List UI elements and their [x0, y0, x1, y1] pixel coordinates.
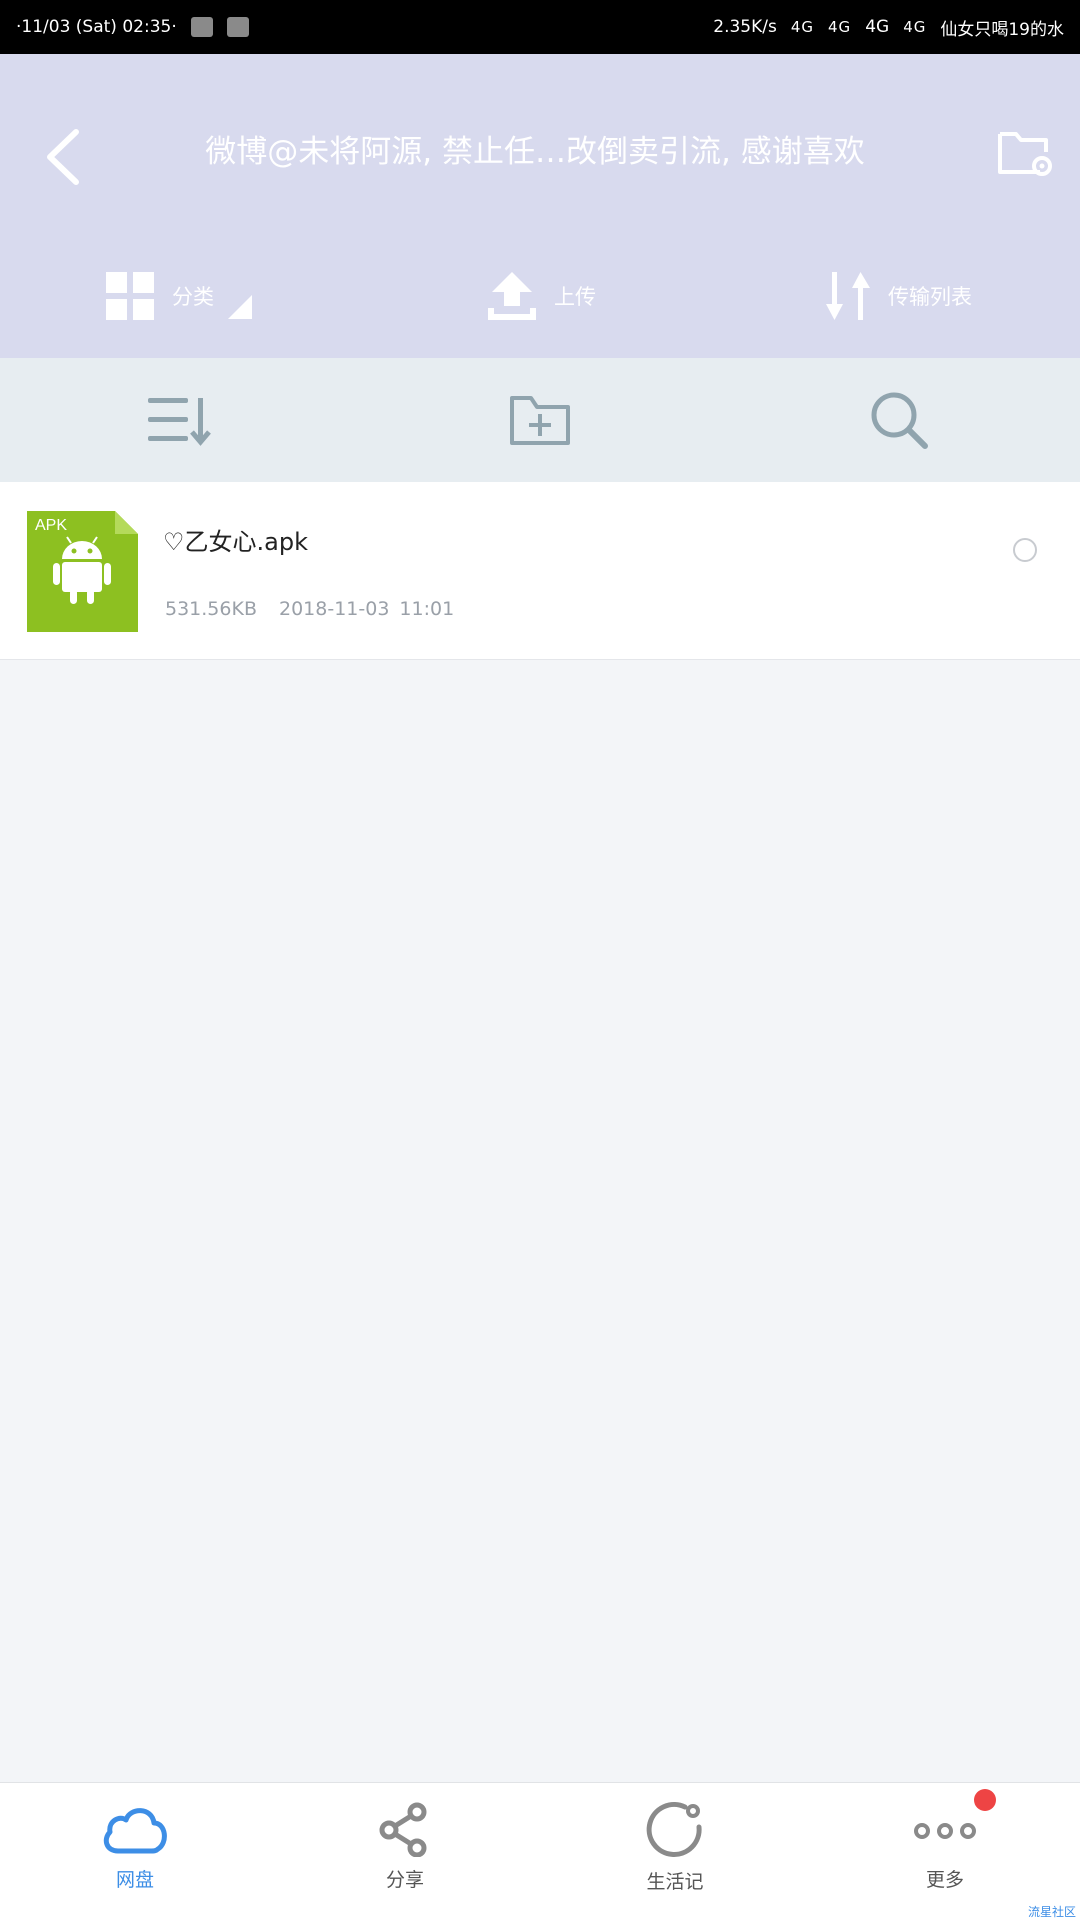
- upload-icon: [488, 272, 536, 320]
- sort-button[interactable]: [146, 388, 216, 452]
- bottom-nav: 网盘 分享 生活记 更多 流星社区: [0, 1782, 1080, 1920]
- nav-label: 网盘: [115, 1869, 154, 1891]
- upload-label: 上传: [554, 285, 596, 309]
- search-icon: [871, 392, 928, 449]
- nav-label: 分享: [385, 1869, 424, 1891]
- signal-icon: 4G: [828, 18, 852, 36]
- dropdown-corner-icon: [228, 295, 252, 319]
- select-radio[interactable]: [1013, 538, 1037, 562]
- nav-label: 更多: [925, 1869, 964, 1891]
- cloud-icon: [103, 1808, 167, 1854]
- category-label: 分类: [172, 285, 214, 309]
- folder-settings-button[interactable]: [996, 122, 1054, 180]
- chevron-left-icon: [47, 129, 79, 185]
- apk-badge: APK: [35, 517, 68, 534]
- nav-more[interactable]: 更多: [870, 1801, 1020, 1892]
- signal-icon: 4G: [903, 18, 927, 36]
- notification-badge: [974, 1789, 996, 1811]
- more-icon: [914, 1823, 976, 1839]
- nav-label: 生活记: [646, 1871, 704, 1893]
- nav-netdisk[interactable]: 网盘: [60, 1801, 210, 1892]
- toolbar: [0, 358, 1080, 482]
- network-type: 4G: [865, 17, 890, 37]
- header-actions: 分类 上传 传输列表: [0, 264, 1080, 350]
- status-datetime: ·11/03 (Sat) 02:35·: [16, 17, 177, 37]
- back-button[interactable]: [36, 122, 96, 192]
- apk-file-icon: APK: [27, 511, 138, 632]
- life-icon: [646, 1802, 702, 1857]
- upload-button[interactable]: 上传: [488, 270, 596, 322]
- sort-icon: [148, 398, 211, 446]
- share-icon: [379, 1802, 427, 1857]
- transfer-arrows-icon: [826, 272, 870, 320]
- list-item[interactable]: APK ♡乙女心.apk 531.56KB 2018-11-03 11:01: [0, 482, 1080, 660]
- transfer-list-button[interactable]: 传输列表: [826, 270, 972, 322]
- watermark: 流星社区: [1027, 1905, 1076, 1919]
- network-speed: 2.35K/s: [713, 17, 777, 37]
- carrier-text: 仙女只喝19的水: [940, 19, 1064, 40]
- signal-icon: 4G: [790, 18, 815, 36]
- nav-share[interactable]: 分享: [330, 1801, 480, 1892]
- notification-icon: [226, 17, 249, 37]
- page-title: 微博@未将阿源, 禁止任…改倒卖引流, 感谢喜欢: [205, 134, 865, 170]
- new-folder-icon: [510, 396, 570, 445]
- file-list: APK ♡乙女心.apk 531.56KB 2018-11-03 11:01: [0, 482, 1080, 660]
- nav-life[interactable]: 生活记: [600, 1801, 750, 1894]
- folder-gear-icon: [998, 132, 1052, 176]
- transfer-label: 传输列表: [888, 285, 972, 309]
- header: 微博@未将阿源, 禁止任…改倒卖引流, 感谢喜欢 分类 上传 传输列表: [0, 54, 1080, 358]
- file-meta: 531.56KB 2018-11-03 11:01: [165, 598, 454, 620]
- file-time: 11:01: [399, 598, 455, 620]
- new-folder-button[interactable]: [505, 388, 575, 452]
- category-button[interactable]: 分类: [106, 272, 252, 320]
- file-size: 531.56KB: [165, 598, 257, 620]
- grid-icon: [106, 272, 154, 320]
- search-button[interactable]: [864, 388, 934, 452]
- file-name: ♡乙女心.apk: [163, 528, 308, 556]
- status-bar: ·11/03 (Sat) 02:35· 2.35K/s 4G 4G 4G 4G …: [0, 0, 1080, 54]
- file-date: 2018-11-03: [278, 598, 390, 620]
- notification-icon: [190, 17, 213, 37]
